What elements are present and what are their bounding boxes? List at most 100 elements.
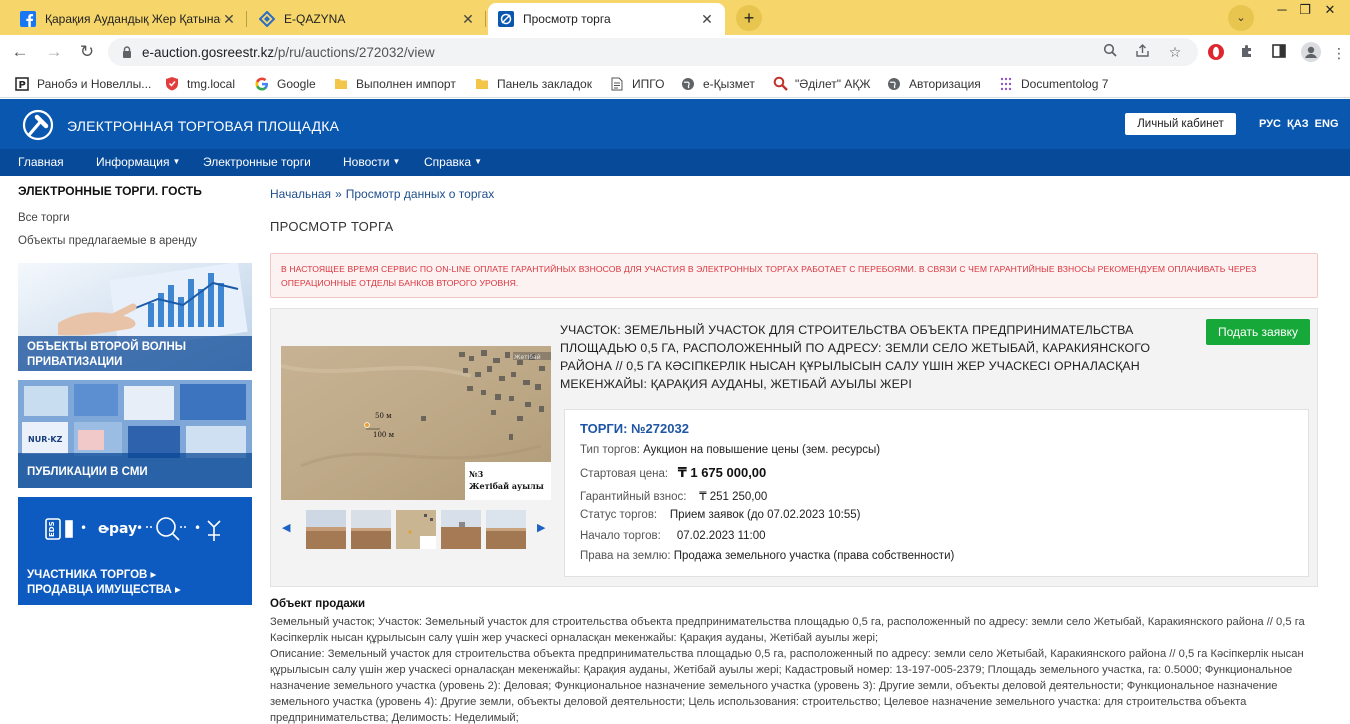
shield-icon (164, 76, 180, 92)
sidebar-link-rent-objects[interactable]: Объекты предлагаемые в аренду (18, 235, 197, 247)
back-arrow-icon[interactable]: ← (8, 40, 32, 64)
svg-text:•: • (194, 521, 201, 535)
nav-news[interactable]: Новости ▼ (343, 155, 400, 169)
info-row-start-time: Начало торгов: 07.02.2023 11:00 (580, 530, 766, 542)
thumbnail-2[interactable] (351, 510, 391, 549)
reload-icon[interactable]: ↻ (75, 40, 99, 64)
folder-icon (474, 76, 490, 92)
tab-label: Просмотр торга (523, 12, 611, 26)
thumbnail-4[interactable] (441, 510, 481, 549)
facebook-icon (20, 11, 36, 27)
star-icon[interactable]: ☆ (1166, 43, 1184, 61)
address-bar[interactable]: e-auction.gosreestr.kz/p/ru/auctions/272… (108, 38, 1198, 66)
svg-text:P: P (19, 80, 26, 91)
side-panel-icon[interactable] (1269, 43, 1289, 63)
bookmark-adilet[interactable]: "Әділет" АҚЖ (772, 75, 870, 92)
lang-en[interactable]: ENG (1315, 118, 1339, 130)
caret-down-icon: ▼ (474, 157, 482, 166)
bookmark-ipgo[interactable]: ИПГО (609, 75, 664, 92)
label-50m: 50 м (375, 412, 392, 420)
extensions-puzzle-icon[interactable] (1237, 43, 1257, 63)
browser-tab-bar: Қарақия Аудандық Жер Қатынастар ✕ E-QAZY… (0, 0, 1350, 35)
share-icon[interactable] (1133, 43, 1151, 61)
language-switcher: РУС ҚАЗ ENG (1259, 118, 1342, 130)
ranobe-icon: P (14, 76, 30, 92)
map-plot-number: №3 (469, 469, 484, 479)
sidebar-link-all-auctions[interactable]: Все торги (18, 212, 70, 224)
bookmark-e-kyzmet[interactable]: e-Қызмет (680, 75, 755, 92)
lang-kz[interactable]: ҚАЗ (1287, 118, 1309, 130)
gosreestr-icon (498, 11, 514, 27)
eqazyna-icon (259, 11, 275, 27)
opera-extension-icon[interactable] (1206, 43, 1226, 63)
submit-application-button[interactable]: Подать заявку (1206, 319, 1310, 345)
nav-e-auctions[interactable]: Электронные торги (203, 155, 311, 169)
sidebar-title: ЭЛЕКТРОННЫЕ ТОРГИ. ГОСТЬ (18, 184, 202, 198)
tab-search-chevron-icon[interactable]: ⌄ (1228, 5, 1254, 31)
bookmark-auth[interactable]: Авторизация (886, 75, 981, 92)
more-menu-icon[interactable]: ⋮ (1329, 43, 1349, 63)
sale-object-description: Земельный участок; Участок: Земельный уч… (270, 616, 1305, 724)
banner-participant-seller[interactable]: EDS e pay • • • УЧАСТНИКА ТОРГОВ ▸ ПРОДА… (18, 497, 252, 605)
thumbnail-1[interactable] (306, 510, 346, 549)
lot-main-photo[interactable]: Жетібай 50 м 100 м №3 Жетібай ауылы (281, 346, 551, 500)
site-logo-icon[interactable] (22, 109, 54, 141)
site-title[interactable]: ЭЛЕКТРОННАЯ ТОРГОВАЯ ПЛОЩАДКА (67, 118, 339, 134)
thumbnail-3[interactable] (396, 510, 436, 549)
close-icon[interactable]: ✕ (699, 11, 715, 27)
photo-thumbnails: ◀ ▶ (281, 509, 551, 551)
search-icon (772, 76, 788, 92)
breadcrumb-current[interactable]: Просмотр данных о торгах (346, 187, 495, 201)
nav-home[interactable]: Главная (18, 155, 64, 169)
globe-icon (680, 76, 696, 92)
breadcrumb: Начальная» Просмотр данных о торгах (270, 187, 495, 201)
label-100m: 100 м (373, 431, 395, 439)
forward-arrow-icon[interactable]: → (42, 40, 66, 64)
grid-icon (998, 76, 1014, 92)
personal-cabinet-button[interactable]: Личный кабинет (1125, 113, 1236, 135)
zoom-search-icon[interactable] (1101, 43, 1119, 61)
document-icon (609, 76, 625, 92)
bookmark-google[interactable]: Google (254, 75, 316, 92)
nav-information[interactable]: Информация ▼ (96, 155, 180, 169)
tab-auction-view[interactable]: Просмотр торга ✕ (488, 3, 725, 35)
payment-warning-alert: В НАСТОЯЩЕЕ ВРЕМЯ СЕРВИС ПО ON-LINE ОПЛА… (270, 253, 1318, 298)
banner-media-publications[interactable]: NUR·KZ ПУБЛИКАЦИИ В СМИ (18, 380, 252, 488)
tab-label: Қарақия Аудандық Жер Қатынастар (45, 12, 221, 26)
tab-karakiya[interactable]: Қарақия Аудандық Жер Қатынастар ✕ (10, 3, 247, 35)
lock-icon (120, 45, 134, 59)
lang-ru[interactable]: РУС (1259, 118, 1281, 130)
window-close-icon[interactable]: ✕ (1310, 0, 1350, 20)
nav-help[interactable]: Справка ▼ (424, 155, 482, 169)
caret-down-icon: ▼ (172, 157, 181, 166)
profile-avatar-icon[interactable] (1301, 42, 1321, 62)
thumbnail-5[interactable] (486, 510, 526, 549)
banner-privatization-text: ОБЪЕКТЫ ВТОРОЙ ВОЛНЫ ПРИВАТИЗАЦИИ (27, 341, 187, 368)
map-plot-village: Жетібай ауылы (469, 481, 544, 491)
lot-heading: УЧАСТОК: ЗЕМЕЛЬНЫЙ УЧАСТОК ДЛЯ СТРОИТЕЛЬ… (560, 323, 1151, 391)
info-row-start-price: Стартовая цена: ₸ 1 675 000,00 (580, 465, 767, 480)
tab-eqazyna[interactable]: E-QAZYNA ✕ (249, 3, 486, 35)
bookmark-documentolog[interactable]: Documentolog 7 (998, 75, 1108, 92)
svg-text:•: • (80, 521, 87, 535)
close-icon[interactable]: ✕ (460, 11, 476, 27)
site-header: ЭЛЕКТРОННАЯ ТОРГОВАЯ ПЛОЩАДКА Личный каб… (0, 99, 1350, 149)
main-nav: Главная Информация ▼ Электронные торги Но… (0, 149, 1350, 176)
banner-privatization[interactable]: ОБЪЕКТЫ ВТОРОЙ ВОЛНЫ ПРИВАТИЗАЦИИ (18, 263, 252, 371)
close-icon[interactable]: ✕ (221, 11, 237, 27)
breadcrumb-home[interactable]: Начальная (270, 187, 331, 201)
auction-number[interactable]: ТОРГИ: №272032 (580, 421, 689, 436)
bookmark-panel[interactable]: Панель закладок (474, 75, 592, 92)
globe-icon (886, 76, 902, 92)
google-icon (254, 76, 270, 92)
bookmark-tmg[interactable]: tmg.local (164, 75, 235, 92)
bookmark-ranobe[interactable]: P Ранобэ и Новеллы... (14, 75, 151, 92)
sale-object-title: Объект продажи (270, 598, 366, 610)
services-icons-row: EDS e pay • • • (45, 517, 221, 541)
info-row-land-rights: Права на землю: Продажа земельного участ… (580, 550, 955, 562)
bookmark-imported[interactable]: Выполнен импорт (333, 75, 456, 92)
new-tab-button[interactable]: + (736, 5, 762, 31)
thumbnail-prev-arrow-icon[interactable]: ◀ (282, 521, 290, 534)
thumbnail-next-arrow-icon[interactable]: ▶ (537, 521, 545, 534)
info-row-status: Статус торгов: Прием заявок (до 07.02.20… (580, 509, 861, 521)
